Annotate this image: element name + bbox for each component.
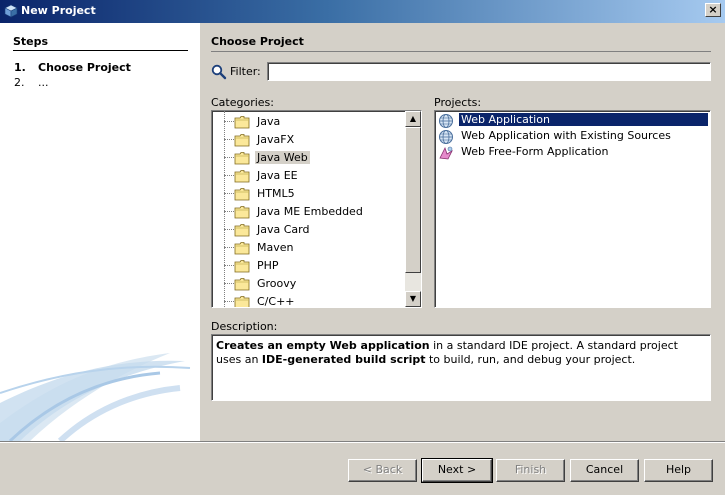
tree-connector	[224, 193, 234, 194]
tree-item[interactable]: PHP	[212, 257, 402, 275]
help-button[interactable]: Help	[644, 459, 713, 482]
filter-label: Filter:	[230, 65, 261, 78]
tree-connector	[224, 211, 234, 212]
step-number: 2.	[14, 76, 25, 89]
categories-label: Categories:	[211, 96, 274, 109]
tree-connector	[224, 283, 234, 284]
folder-icon	[234, 241, 250, 258]
description-box: Creates an empty Web application in a st…	[211, 334, 711, 401]
folder-icon	[234, 187, 250, 204]
steps-panel: Steps 1. Choose Project 2....	[0, 23, 200, 441]
step-number: 1.	[14, 61, 26, 74]
project-item-label: Web Free-Form Application	[461, 145, 609, 158]
tree-item-label: Java ME Embedded	[257, 205, 363, 218]
tree-item[interactable]: Java	[212, 113, 402, 131]
tree-connector	[224, 121, 234, 122]
folder-icon	[234, 277, 250, 294]
next-button[interactable]: Next >	[421, 458, 493, 483]
folder-icon	[234, 205, 250, 222]
filter-input[interactable]	[267, 62, 711, 81]
tree-item[interactable]: HTML5	[212, 185, 402, 203]
tree-item-label: Maven	[257, 241, 294, 254]
tree-item-label: Groovy	[257, 277, 297, 290]
tree-item-label: PHP	[257, 259, 279, 272]
tree-connector	[224, 265, 234, 266]
tree-connector	[224, 139, 234, 140]
close-icon: ×	[708, 3, 718, 16]
description-label: Description:	[211, 320, 278, 333]
folder-icon	[234, 295, 250, 307]
netbeans-cube-icon	[4, 4, 18, 18]
project-item[interactable]: Web Application with Existing Sources	[436, 128, 708, 144]
window-title: New Project	[21, 4, 96, 17]
tree-item[interactable]: Java Web	[212, 149, 402, 167]
tree-item[interactable]: Groovy	[212, 275, 402, 293]
bottom-separator	[0, 441, 725, 443]
tree-item-label: Java	[257, 115, 281, 128]
steps-header: Steps	[13, 35, 188, 51]
step-item: 1. Choose Project	[14, 61, 131, 74]
tree-item[interactable]: Java ME Embedded	[212, 203, 402, 221]
tree-item-label: Java Web	[255, 151, 310, 164]
tree-item[interactable]: C/C++	[212, 293, 402, 308]
step-item: 2....	[14, 76, 49, 89]
tree-connector	[224, 175, 234, 176]
project-item-label: Web Application with Existing Sources	[461, 129, 671, 142]
tree-item[interactable]: Java Card	[212, 221, 402, 239]
tree-connector	[224, 301, 234, 302]
folder-icon	[234, 133, 250, 150]
decorative-swoosh-graphic	[0, 353, 191, 441]
folder-icon	[234, 223, 250, 240]
step-label: ...	[38, 76, 49, 89]
cancel-button[interactable]: Cancel	[570, 459, 639, 482]
folder-icon	[234, 259, 250, 276]
back-button[interactable]: < Back	[348, 459, 417, 482]
description-text-4: to build, run, and debug your project.	[425, 353, 636, 366]
tree-connector	[224, 157, 234, 158]
search-icon	[211, 64, 227, 80]
description-bold-1: Creates an empty Web application	[216, 339, 430, 352]
categories-scrollbar[interactable]: ▲ ▼	[405, 111, 421, 307]
tree-item-label: Java EE	[257, 169, 298, 182]
tree-connector	[224, 247, 234, 248]
folder-icon	[234, 115, 250, 132]
tree-item-label: HTML5	[257, 187, 295, 200]
finish-button[interactable]: Finish	[496, 459, 565, 482]
description-bold-2: IDE-generated build script	[261, 353, 426, 366]
tree-item-label: C/C++	[257, 295, 295, 308]
folder-icon	[234, 169, 250, 186]
tree-item[interactable]: Maven	[212, 239, 402, 257]
scroll-up-button[interactable]: ▲	[405, 111, 421, 127]
project-item[interactable]: Web Free-Form Application	[436, 144, 708, 160]
project-item-label: Web Application	[459, 113, 708, 126]
projects-label: Projects:	[434, 96, 482, 109]
tree-item[interactable]: Java EE	[212, 167, 402, 185]
scroll-down-button[interactable]: ▼	[405, 291, 421, 307]
categories-tree[interactable]: Java JavaFX Java Web Java EE HTML5 Java ME Em…	[211, 110, 422, 308]
tree-item-label: JavaFX	[257, 133, 295, 146]
description-text: Creates an empty Web application in a st…	[216, 339, 696, 367]
freeform-icon	[438, 145, 454, 164]
projects-list[interactable]: Web Application Web Application with Exis…	[434, 110, 711, 308]
tree-connector	[224, 229, 234, 230]
tree-item[interactable]: JavaFX	[212, 131, 402, 149]
folder-icon	[234, 151, 250, 168]
close-button[interactable]: ×	[705, 3, 721, 17]
title-bar: New Project ×	[0, 0, 725, 23]
page-title: Choose Project	[211, 35, 711, 52]
scroll-thumb[interactable]	[405, 127, 421, 273]
tree-item-label: Java Card	[257, 223, 310, 236]
step-label: Choose Project	[38, 61, 131, 74]
project-item[interactable]: Web Application	[436, 112, 708, 128]
